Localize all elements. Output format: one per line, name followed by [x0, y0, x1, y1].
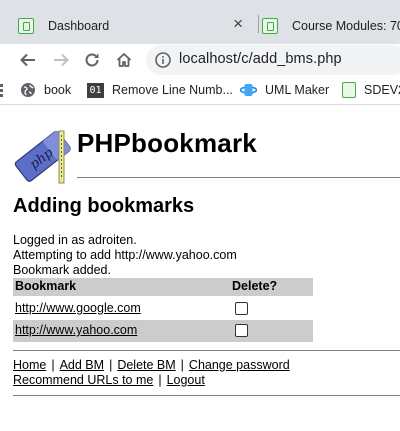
bookmark-label: UML Maker: [265, 83, 330, 97]
delete-checkbox[interactable]: [235, 324, 248, 337]
status-message: Bookmark added.: [13, 263, 111, 277]
menu-top-rule: [13, 350, 400, 351]
table-header-row: Bookmark Delete?: [13, 278, 313, 296]
bookmark-link[interactable]: http://www.yahoo.com: [15, 323, 137, 337]
bookmark-label: Remove Line Numb...: [112, 83, 233, 97]
status-message: Logged in as adroiten.: [13, 233, 137, 247]
add-bookmark-link[interactable]: Add BM: [60, 358, 104, 372]
info-icon[interactable]: [154, 51, 172, 69]
forward-arrow-icon: [54, 53, 69, 67]
back-button[interactable]: [16, 48, 40, 72]
tab-dashboard[interactable]: Dashboard ×: [18, 7, 254, 44]
course-favicon-icon: [18, 17, 34, 34]
user-menu-second-line: Recommend URLs to me | Logout: [13, 373, 205, 387]
site-title: PHPbookmark: [77, 128, 257, 158]
url-text: localhost/c/add_bms.php: [179, 51, 342, 67]
table-row: http://www.google.com: [13, 298, 313, 320]
back-arrow-icon: [20, 53, 35, 67]
uml-icon: [240, 84, 257, 96]
apps-icon: [0, 84, 3, 97]
course-icon: [342, 82, 356, 98]
menu-bottom-rule: [13, 395, 400, 396]
column-header-bookmark: Bookmark: [15, 279, 77, 293]
bookmarks-bar: book 01 Remove Line Numb... UML Maker SD…: [0, 76, 400, 104]
bookmark-remove-line-numbers[interactable]: 01 Remove Line Numb...: [87, 81, 233, 99]
status-message: Attempting to add http://www.yahoo.com: [13, 248, 237, 262]
tab-title: Course Modules: 70P: [292, 18, 400, 33]
course-favicon-icon: [262, 17, 278, 34]
address-bar[interactable]: localhost/c/add_bms.php: [146, 45, 400, 75]
bookmark-uml-maker[interactable]: UML Maker: [240, 81, 329, 99]
page-content: php PHPbookmark Adding bookmarks Logged …: [0, 105, 400, 431]
reload-button[interactable]: [80, 48, 104, 72]
table-row: http://www.yahoo.com: [13, 320, 313, 342]
number-badge-icon: 01: [87, 82, 104, 98]
title-rule: [77, 177, 400, 178]
logout-link[interactable]: Logout: [167, 373, 205, 387]
bookmark-label: book: [44, 83, 72, 97]
user-menu: Home | Add BM | Delete BM | Change password: [13, 358, 290, 372]
bookmark-label: SDEV2: [364, 83, 400, 97]
home-button[interactable]: [112, 48, 136, 72]
bookmark-book[interactable]: book: [20, 81, 71, 99]
tab-separator: [258, 15, 259, 33]
recommend-urls-link[interactable]: Recommend URLs to me: [13, 373, 153, 387]
delete-checkbox[interactable]: [235, 302, 248, 315]
tab-strip: Dashboard × Course Modules: 70P: [0, 0, 400, 44]
php-bookmark-logo-icon: php: [14, 130, 71, 184]
change-password-link[interactable]: Change password: [189, 358, 290, 372]
bookmark-link[interactable]: http://www.google.com: [15, 301, 141, 315]
delete-bookmark-link[interactable]: Delete BM: [117, 358, 175, 372]
reload-icon: [85, 53, 99, 67]
tab-title: Dashboard: [48, 18, 110, 33]
forward-button[interactable]: [49, 48, 73, 72]
browser-toolbar: localhost/c/add_bms.php: [0, 44, 400, 76]
close-tab-icon[interactable]: ×: [233, 14, 243, 34]
page-heading: Adding bookmarks: [13, 195, 195, 217]
bookmark-table: Bookmark Delete? http://www.google.com h…: [13, 278, 313, 342]
column-header-delete: Delete?: [232, 279, 278, 293]
apps-shortcut[interactable]: [0, 81, 16, 99]
globe-icon: [21, 83, 35, 97]
home-link[interactable]: Home: [13, 358, 46, 372]
bookmark-sdev2[interactable]: SDEV2: [342, 81, 400, 99]
tab-course-modules[interactable]: Course Modules: 70P: [262, 7, 400, 44]
home-icon: [116, 53, 132, 67]
